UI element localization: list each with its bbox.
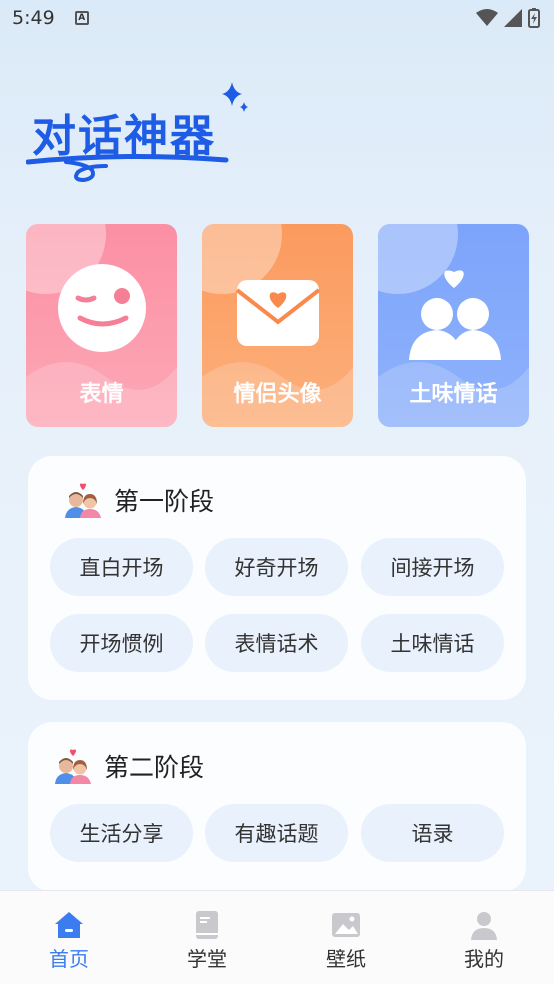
stage-title: 第二阶段 (104, 753, 205, 782)
feature-card-couple-avatar[interactable]: 情侣头像 (202, 224, 353, 427)
tab-label: 壁纸 (326, 947, 366, 971)
status-indicators (476, 8, 540, 28)
status-bar: 5:49 A (0, 0, 554, 36)
card-label: 情侣头像 (233, 382, 322, 407)
chip-indirect-opening[interactable]: 间接开场 (361, 538, 504, 596)
book-icon (196, 911, 218, 939)
couple-heart-icon (378, 262, 529, 362)
notification-icon: A (74, 11, 89, 25)
user-icon (471, 912, 497, 940)
stage-header: 第二阶段 (54, 748, 204, 784)
chip-love-words[interactable]: 土味情话 (361, 614, 504, 672)
stage-header: 第一阶段 (64, 482, 214, 518)
image-icon (332, 913, 360, 937)
chip-opening-routine[interactable]: 开场惯例 (50, 614, 193, 672)
heart-envelope-icon (202, 262, 353, 352)
tab-label: 我的 (464, 947, 504, 971)
home-icon (55, 912, 83, 938)
bottom-tab-bar: 首页 学堂 壁纸 我的 (0, 890, 554, 984)
signal-icon (504, 9, 522, 27)
feature-card-love-words[interactable]: 土味情话 (378, 224, 529, 427)
wink-face-icon (26, 262, 177, 354)
stage-panel-2: 第二阶段 生活分享 有趣话题 语录 (28, 722, 526, 892)
chip-fun-topics[interactable]: 有趣话题 (205, 804, 348, 862)
tab-home[interactable]: 首页 (0, 891, 138, 984)
tab-label: 首页 (49, 947, 89, 971)
tab-label: 学堂 (187, 947, 227, 971)
card-label: 表情 (79, 382, 124, 407)
stage-panel-1: 第一阶段 直白开场 好奇开场 间接开场 开场惯例 表情话术 土味情话 (28, 456, 526, 700)
tab-profile[interactable]: 我的 (415, 891, 553, 984)
stage-title: 第一阶段 (114, 487, 215, 516)
card-label: 土味情话 (409, 382, 498, 407)
chip-quotes[interactable]: 语录 (361, 804, 504, 862)
chip-life-sharing[interactable]: 生活分享 (50, 804, 193, 862)
chip-emoji-talk[interactable]: 表情话术 (205, 614, 348, 672)
couple-avatar-icon (55, 749, 91, 784)
battery-icon (528, 8, 540, 28)
sparkle-icon (222, 82, 248, 112)
feature-card-emoji[interactable]: 表情 (26, 224, 177, 427)
tab-wallpaper[interactable]: 壁纸 (277, 891, 415, 984)
chip-direct-opening[interactable]: 直白开场 (50, 538, 193, 596)
title-underline (26, 153, 229, 183)
tab-school[interactable]: 学堂 (138, 891, 276, 984)
couple-avatar-icon (65, 483, 101, 518)
chip-curious-opening[interactable]: 好奇开场 (205, 538, 348, 596)
wifi-icon (476, 9, 498, 26)
status-time: 5:49 (12, 7, 55, 29)
